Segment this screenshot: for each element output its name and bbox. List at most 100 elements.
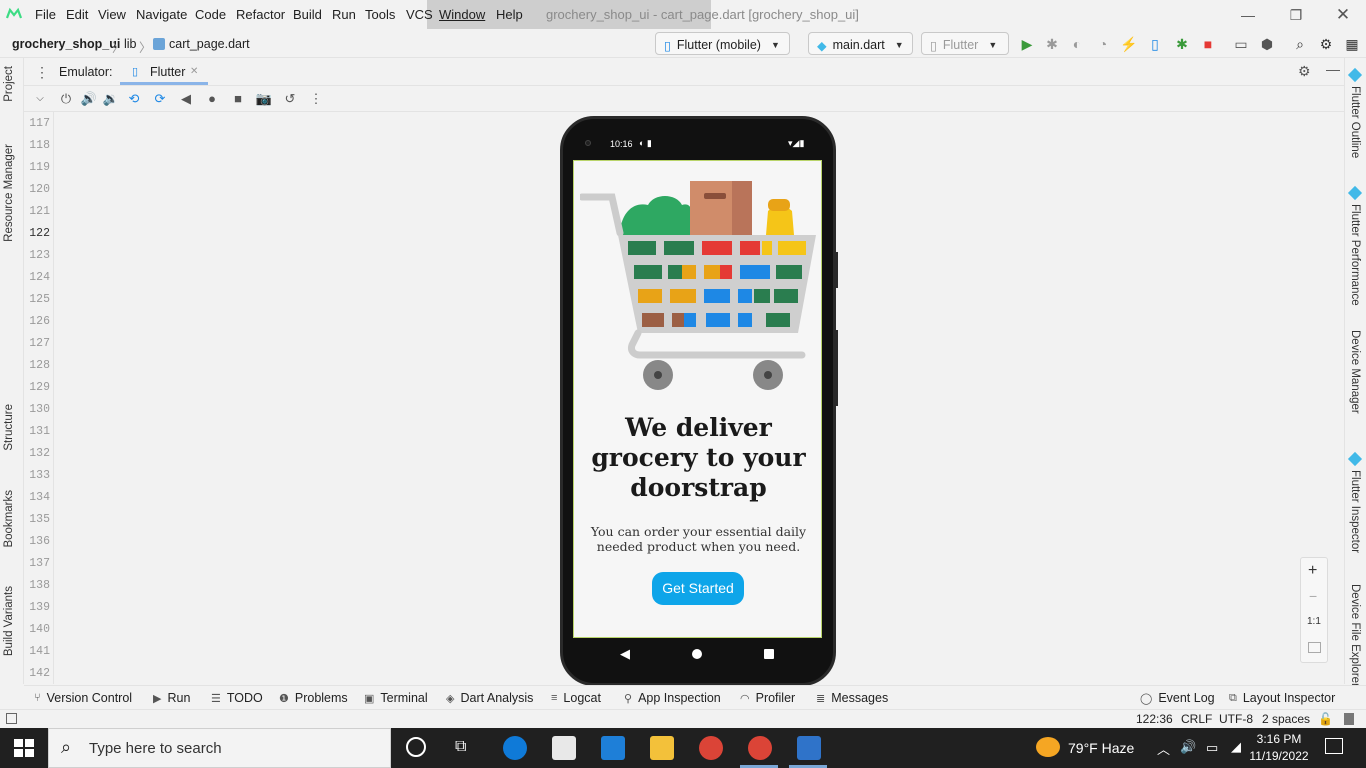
- hide-icon[interactable]: —: [1326, 61, 1340, 77]
- menu-navigate[interactable]: Navigate: [136, 7, 187, 22]
- lock-icon[interactable]: 🔓: [1318, 712, 1333, 726]
- clock-date[interactable]: 11/19/2022: [1247, 749, 1311, 763]
- tool-problems[interactable]: ❶ Problems: [279, 691, 348, 705]
- attach-debugger-icon[interactable]: ✱: [1173, 35, 1191, 53]
- menu-tools[interactable]: Tools: [365, 7, 395, 22]
- hot-reload-icon[interactable]: ⚡: [1120, 35, 1138, 53]
- cortana-icon[interactable]: [406, 737, 426, 757]
- run-icon[interactable]: ▶: [1018, 35, 1036, 53]
- menu-build[interactable]: Build: [293, 7, 322, 22]
- snapshot-icon[interactable]: ↺: [281, 90, 299, 108]
- search-icon[interactable]: ⌕: [1291, 35, 1309, 53]
- camera-icon[interactable]: 📷: [255, 90, 273, 108]
- phone-side-button[interactable]: [834, 252, 838, 288]
- breadcrumb-file[interactable]: cart_page.dart: [169, 37, 250, 51]
- menu-run[interactable]: Run: [332, 7, 356, 22]
- tool-version-control[interactable]: ⑂ Version Control: [34, 691, 132, 705]
- menu-vcs[interactable]: VCS: [406, 7, 433, 22]
- overview-icon[interactable]: ■: [229, 90, 247, 108]
- tool-project[interactable]: Project: [3, 66, 15, 102]
- tool-build-variants[interactable]: Build Variants: [3, 586, 15, 656]
- flutter-attach-selector[interactable]: ▯ Flutter ▼: [921, 32, 1009, 55]
- task-view-icon[interactable]: ⧉: [455, 738, 466, 756]
- tab-close-icon[interactable]: ✕: [190, 66, 198, 77]
- volume-down-icon[interactable]: 🔉: [102, 90, 120, 108]
- tool-layout-inspector[interactable]: ⧉ Layout Inspector: [1229, 691, 1335, 705]
- zoom-in-button[interactable]: +: [1308, 562, 1317, 580]
- android-studio-taskbar-icon[interactable]: [797, 736, 821, 760]
- chevron-down-icon[interactable]: ⌵: [31, 90, 49, 108]
- tool-resource-manager[interactable]: Resource Manager: [3, 144, 15, 242]
- tool-run[interactable]: ▶ Run: [153, 691, 190, 705]
- weather-text[interactable]: 79°F Haze: [1068, 740, 1134, 756]
- chrome-icon[interactable]: [699, 736, 723, 760]
- file-encoding[interactable]: UTF-8: [1219, 712, 1253, 726]
- tool-bookmarks[interactable]: Bookmarks: [3, 490, 15, 548]
- line-separator[interactable]: CRLF: [1181, 712, 1212, 726]
- gear-icon[interactable]: ⚙: [1298, 63, 1311, 80]
- emulator-tab[interactable]: Flutter: [150, 65, 185, 79]
- debug-icon[interactable]: ✱: [1043, 35, 1061, 53]
- back-icon[interactable]: ◀: [620, 646, 630, 662]
- mail-icon[interactable]: [601, 736, 625, 760]
- tool-flutter-outline[interactable]: Flutter Outline: [1347, 67, 1363, 158]
- menu-help[interactable]: Help: [496, 7, 523, 22]
- caret-position[interactable]: 122:36: [1136, 712, 1173, 726]
- breadcrumb-project[interactable]: grochery_shop_ui: [12, 37, 120, 51]
- close-icon[interactable]: ✕: [1328, 4, 1358, 26]
- tool-profiler[interactable]: ◠ Profiler: [740, 691, 795, 705]
- rotate-right-icon[interactable]: ⟳: [151, 90, 169, 108]
- restore-icon[interactable]: ❐: [1281, 4, 1311, 26]
- tool-event-log[interactable]: ◯ Event Log: [1140, 691, 1215, 705]
- power-icon[interactable]: ⏻: [57, 90, 75, 108]
- edge-icon[interactable]: [503, 736, 527, 760]
- recents-icon[interactable]: [764, 649, 774, 659]
- minimize-icon[interactable]: —: [1233, 4, 1263, 26]
- tool-logcat[interactable]: ≡ Logcat: [551, 691, 601, 705]
- tool-dart-analysis[interactable]: ◈ Dart Analysis: [446, 691, 533, 705]
- run-config-selector[interactable]: ◆ main.dart ▼: [808, 32, 913, 55]
- menu-refactor[interactable]: Refactor: [236, 7, 285, 22]
- coverage-icon[interactable]: ◐: [1068, 35, 1086, 53]
- stop-icon[interactable]: ■: [1199, 35, 1217, 53]
- apply-changes-icon[interactable]: ▯: [1146, 35, 1164, 53]
- tool-device-file-explorer[interactable]: Device File Explorer: [1349, 584, 1361, 687]
- indent-setting[interactable]: 2 spaces: [1262, 712, 1310, 726]
- volume-up-icon[interactable]: 🔊: [80, 90, 98, 108]
- get-started-button[interactable]: Get Started: [652, 572, 744, 605]
- volume-icon[interactable]: 🔊: [1180, 739, 1196, 755]
- plugins-icon[interactable]: ▦: [1343, 35, 1361, 53]
- menu-code[interactable]: Code: [195, 7, 226, 22]
- home-icon[interactable]: ●: [203, 90, 221, 108]
- tray-chevron-icon[interactable]: ︿: [1157, 739, 1170, 758]
- tool-device-manager[interactable]: Device Manager: [1349, 330, 1361, 414]
- memory-indicator-icon[interactable]: [1344, 713, 1354, 725]
- phone-side-button[interactable]: [834, 330, 838, 406]
- tool-messages[interactable]: ≣ Messages: [816, 691, 888, 705]
- tool-app-inspection[interactable]: ⚲ App Inspection: [624, 691, 721, 705]
- device-selector[interactable]: ▯ Flutter (mobile) ▼: [655, 32, 790, 55]
- more-icon[interactable]: ⋮: [307, 90, 325, 108]
- panel-toggle-icon[interactable]: [6, 713, 17, 724]
- zoom-out-button[interactable]: −: [1309, 588, 1317, 604]
- tool-todo[interactable]: ☰ TODO: [211, 691, 263, 705]
- fit-screen-icon[interactable]: [1308, 642, 1321, 653]
- clock-time[interactable]: 3:16 PM: [1251, 732, 1307, 746]
- chrome-profile-icon[interactable]: [748, 736, 772, 760]
- windows-start-icon[interactable]: [14, 739, 34, 757]
- battery-icon[interactable]: ▭: [1206, 740, 1218, 756]
- menu-window[interactable]: Window: [439, 7, 485, 22]
- menu-file[interactable]: File: [35, 7, 56, 22]
- tool-terminal[interactable]: ▣ Terminal: [364, 691, 428, 705]
- zoom-actual-size-button[interactable]: 1:1: [1307, 616, 1321, 627]
- home-icon[interactable]: [692, 649, 702, 659]
- profile-icon[interactable]: ◔: [1094, 35, 1112, 53]
- file-explorer-icon[interactable]: [650, 736, 674, 760]
- tool-flutter-performance[interactable]: Flutter Performance: [1347, 185, 1363, 306]
- tool-structure[interactable]: Structure: [3, 404, 15, 451]
- sdk-manager-icon[interactable]: ⬢: [1258, 35, 1276, 53]
- network-icon[interactable]: ◢: [1231, 739, 1241, 755]
- taskbar-search[interactable]: ⌕ Type here to search: [48, 728, 391, 768]
- gear-icon[interactable]: ⚙: [1317, 35, 1335, 53]
- notifications-icon[interactable]: [1325, 738, 1343, 754]
